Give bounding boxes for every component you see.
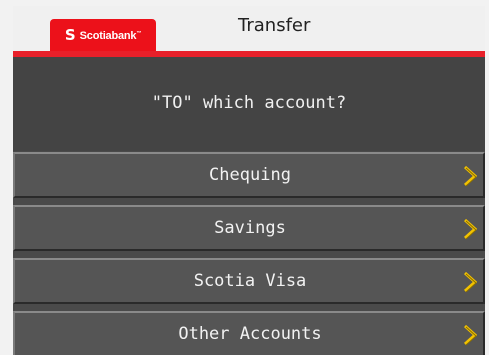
option-label: Other Accounts — [178, 324, 322, 344]
prompt-text: "TO" which account? — [151, 93, 347, 113]
option-other-accounts-button[interactable]: Other Accounts — [13, 311, 485, 355]
chevron-right-icon — [463, 271, 477, 293]
option-savings-button[interactable]: Savings — [13, 205, 485, 251]
chevron-right-icon — [463, 218, 477, 240]
option-label: Savings — [214, 218, 286, 238]
chevron-right-icon — [463, 165, 477, 187]
option-label: Scotia Visa — [193, 271, 307, 291]
logo-mark: S — [64, 26, 76, 44]
option-scotia-visa-button[interactable]: Scotia Visa — [13, 258, 485, 304]
option-label: Chequing — [209, 165, 291, 185]
chevron-right-icon — [463, 324, 477, 346]
page-title: Transfer — [238, 15, 311, 36]
logo-text: Scotiabank™ — [79, 29, 142, 42]
scotiabank-logo: S Scotiabank™ — [50, 19, 156, 52]
atm-screen: S Scotiabank™ Transfer "TO" which accoun… — [13, 6, 485, 355]
option-chequing-button[interactable]: Chequing — [13, 152, 485, 198]
prompt-area: "TO" which account? — [13, 57, 485, 151]
header: S Scotiabank™ Transfer — [13, 6, 485, 53]
